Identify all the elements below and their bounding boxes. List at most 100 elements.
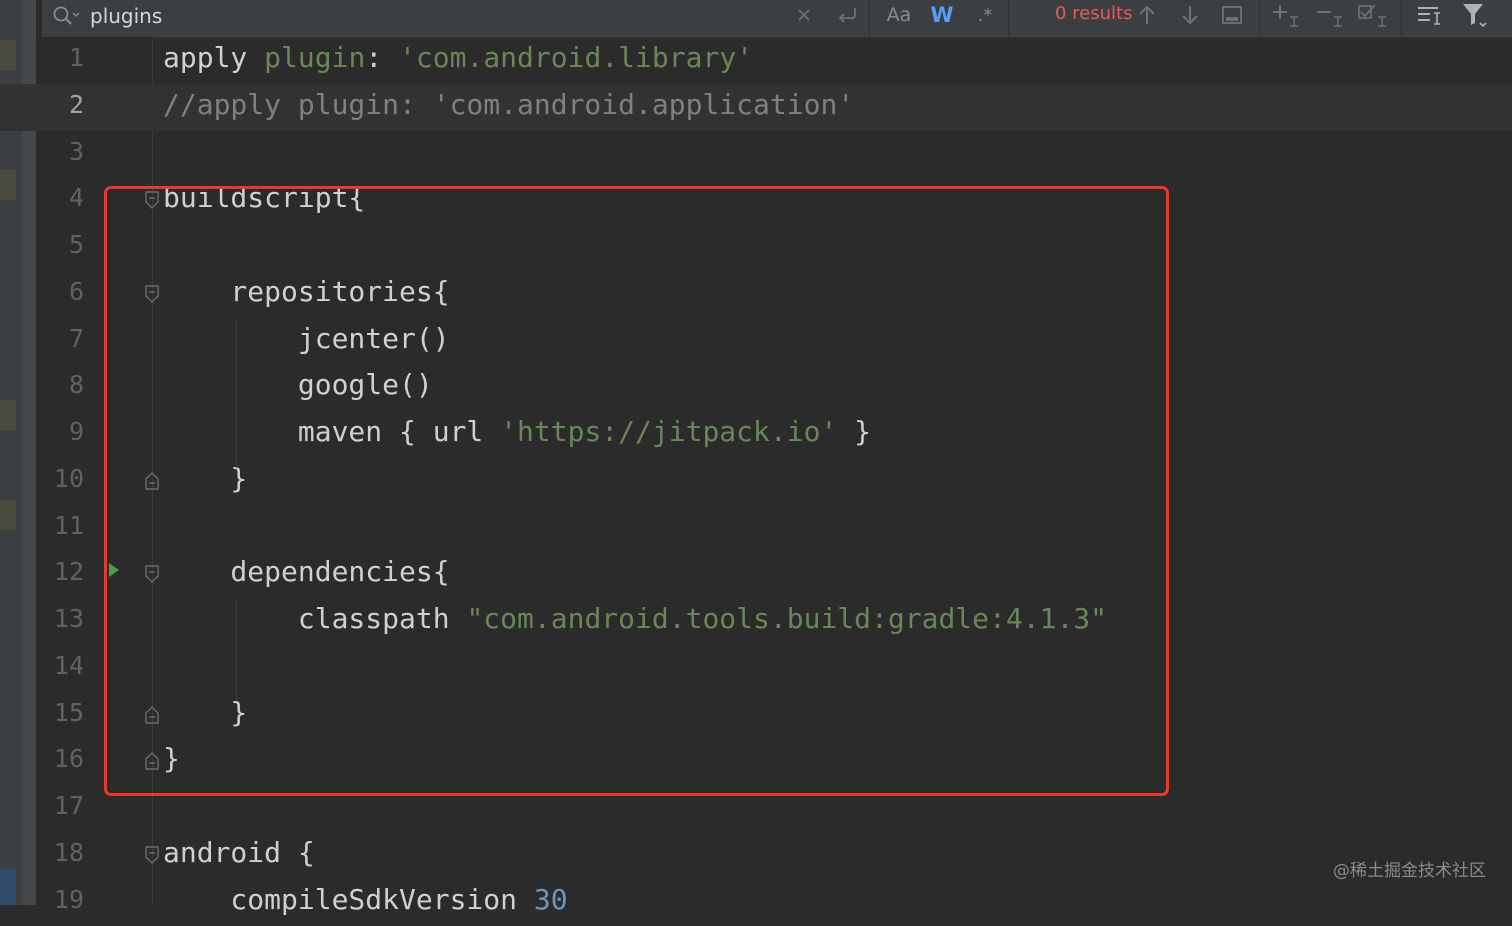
code-token: } xyxy=(837,415,872,448)
code-token: //apply plugin: 'com.android.application… xyxy=(163,87,855,121)
fold-icon[interactable] xyxy=(144,471,160,491)
code-text[interactable]: //apply plugin: 'com.android.application… xyxy=(163,81,854,128)
code-line[interactable]: 12 dependencies{ xyxy=(0,551,1512,598)
code-line[interactable]: 6 repositories{ xyxy=(0,271,1512,318)
code-token: compileSdkVersion xyxy=(163,882,534,916)
code-line[interactable]: 17 xyxy=(0,785,1512,832)
line-number: 16 xyxy=(53,744,84,774)
code-line[interactable]: 15 } xyxy=(0,692,1512,739)
code-line[interactable]: 16} xyxy=(0,738,1512,785)
code-token: plugin xyxy=(264,41,366,74)
search-icon[interactable] xyxy=(52,5,80,29)
line-number: 13 xyxy=(53,604,84,633)
code-token: repositories{ xyxy=(163,274,450,308)
code-line[interactable]: 3 xyxy=(0,131,1512,178)
code-text[interactable]: } xyxy=(163,455,247,502)
open-in-window-icon[interactable] xyxy=(1217,0,1247,30)
newline-icon[interactable] xyxy=(832,0,862,30)
add-selection-icon[interactable] xyxy=(1268,0,1304,30)
code-token: } xyxy=(163,695,248,729)
code-token: } xyxy=(163,742,180,776)
code-token: dependencies{ xyxy=(163,555,450,589)
code-line[interactable]: 11 xyxy=(0,505,1512,552)
code-text[interactable]: maven { url 'https://jitpack.io' } xyxy=(163,408,871,455)
indent-guide xyxy=(236,320,237,468)
line-number: 8 xyxy=(68,370,84,400)
whole-words-toggle[interactable]: W xyxy=(926,0,958,30)
code-text[interactable]: classpath "com.android.tools.build:gradl… xyxy=(163,595,1107,642)
code-line[interactable]: 14 xyxy=(0,645,1512,692)
search-input[interactable] xyxy=(90,2,740,30)
code-text[interactable]: } xyxy=(163,735,180,782)
fold-icon[interactable] xyxy=(144,190,160,210)
arrow-down-icon[interactable] xyxy=(1175,0,1205,30)
line-number: 1 xyxy=(68,43,84,72)
line-number: 18 xyxy=(53,837,84,867)
code-token: : xyxy=(365,41,400,74)
code-line[interactable]: 10 } xyxy=(0,458,1512,505)
code-token: apply xyxy=(163,41,265,74)
toolbar-separator xyxy=(1259,0,1260,36)
filter-icon[interactable] xyxy=(1456,0,1492,30)
clear-icon[interactable] xyxy=(790,0,818,30)
remove-selection-icon[interactable] xyxy=(1312,0,1348,30)
line-number: 4 xyxy=(68,183,84,213)
code-line[interactable]: 7 jcenter() xyxy=(0,318,1512,365)
code-line[interactable]: 13 classpath "com.android.tools.build:gr… xyxy=(0,598,1512,645)
line-number: 2 xyxy=(68,89,84,119)
arrow-up-icon[interactable] xyxy=(1132,0,1162,30)
multiline-icon[interactable] xyxy=(1412,0,1446,30)
code-text[interactable]: buildscript{ xyxy=(163,174,365,221)
regex-toggle[interactable]: .* xyxy=(970,0,1000,30)
line-number: 6 xyxy=(68,276,84,306)
select-all-icon[interactable] xyxy=(1354,0,1392,30)
toolbar-separator xyxy=(869,0,870,36)
line-number: 12 xyxy=(53,557,84,587)
toolbar-separator xyxy=(1401,0,1402,36)
line-number: 14 xyxy=(53,650,84,680)
code-text[interactable]: repositories{ xyxy=(163,268,450,315)
fold-icon[interactable] xyxy=(144,845,160,865)
code-line[interactable]: 4 buildscript{ xyxy=(0,177,1512,224)
code-text[interactable]: google() xyxy=(163,361,433,408)
code-text[interactable]: dependencies{ xyxy=(163,548,450,595)
fold-icon[interactable] xyxy=(144,284,160,304)
find-bar: Aa W .* 0 results xyxy=(42,0,1512,38)
code-token: } xyxy=(163,461,248,495)
line-number: 17 xyxy=(53,791,84,820)
fold-icon[interactable] xyxy=(144,705,160,725)
code-text[interactable]: } xyxy=(163,689,247,736)
code-token: maven { url xyxy=(163,415,501,448)
line-number: 3 xyxy=(68,136,84,166)
watermark: @稀土掘金技术社区 xyxy=(1333,861,1486,881)
code-line[interactable]: 19 compileSdkVersion 30 xyxy=(0,879,1512,926)
code-editor[interactable]: 1 apply plugin: 'com.android.library' 2 //a… xyxy=(0,37,1512,916)
code-line[interactable]: 8 google() xyxy=(0,364,1512,411)
fold-icon[interactable] xyxy=(144,564,160,584)
line-number: 11 xyxy=(53,510,84,540)
code-token: 'com.android.library' xyxy=(399,41,754,74)
match-case-toggle[interactable]: Aa xyxy=(882,0,916,30)
line-number: 19 xyxy=(53,884,84,914)
code-line[interactable]: 5 xyxy=(0,224,1512,271)
code-token: google() xyxy=(163,368,433,402)
toolbar-separator xyxy=(1008,0,1009,36)
code-text[interactable]: apply plugin: 'com.android.library' xyxy=(163,34,753,81)
code-text[interactable]: jcenter() xyxy=(163,315,450,362)
line-number: 10 xyxy=(53,463,84,493)
run-icon[interactable] xyxy=(107,562,121,578)
code-line[interactable]: 9 maven { url 'https://jitpack.io' } xyxy=(0,411,1512,458)
code-token: buildscript{ xyxy=(163,181,366,215)
line-number: 5 xyxy=(68,230,84,259)
indent-guide xyxy=(236,600,237,700)
code-line[interactable]: 1 apply plugin: 'com.android.library' xyxy=(0,37,1512,84)
code-token: classpath xyxy=(163,602,467,635)
line-number: 7 xyxy=(68,323,84,353)
code-token: android { xyxy=(163,835,315,869)
line-number: 15 xyxy=(53,697,84,727)
code-text[interactable]: compileSdkVersion 30 xyxy=(163,876,567,923)
code-text[interactable]: android { xyxy=(163,829,315,876)
code-line[interactable]: 18 android { xyxy=(0,832,1512,879)
code-line[interactable]: 2 //apply plugin: 'com.android.applicatio… xyxy=(0,81,1512,131)
fold-icon[interactable] xyxy=(144,751,160,771)
